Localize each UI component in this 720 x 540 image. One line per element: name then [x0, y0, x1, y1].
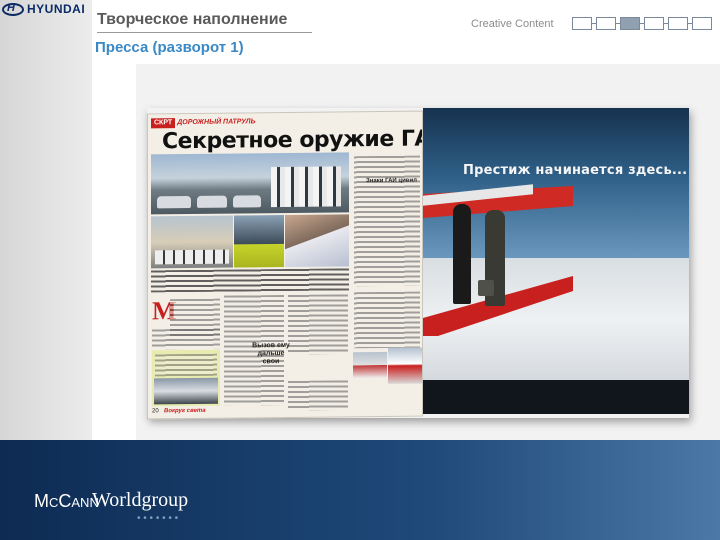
magazine-left-page: СКРТ ДОРОЖНЫЙ ПАТРУЛЬ Секретное оружие Г… [147, 110, 423, 420]
title-divider [97, 32, 312, 33]
magazine-right-page-ad: Престиж начинается здесь... [423, 108, 689, 414]
footer-band: McCann Worldgroup • • • • • • • [0, 440, 720, 540]
text-column [152, 328, 220, 350]
footer-dots: • • • • • • • [137, 513, 179, 524]
subheading: Вызов ему дальше свои [252, 341, 290, 366]
section-label: Creative Content [471, 18, 554, 30]
magazine-name: Вокруг света [164, 407, 206, 415]
rubric-banner: СКРТ ДОРОЖНЫЙ ПАТРУЛЬ [151, 117, 256, 129]
ad-headline: Престиж начинается здесь... [463, 163, 688, 178]
ad-bottom-band [423, 380, 689, 414]
left-sidebar-strip [0, 0, 92, 440]
text-column [288, 294, 348, 355]
text-column [354, 291, 420, 349]
progress-step-4 [644, 17, 664, 30]
hyundai-emblem-icon [2, 2, 24, 16]
hyundai-wordmark: HYUNDAI [27, 2, 86, 16]
ad-bag [478, 280, 494, 296]
article-headline: Секретное оружие ГАИ [162, 126, 423, 155]
photo-officers-group [285, 214, 349, 267]
page-subtitle: Пресса (разворот 1) [95, 39, 244, 56]
page-title: Творческое наполнение [97, 11, 288, 28]
info-box [152, 349, 220, 407]
text-column [354, 155, 420, 287]
photo-helicopter [154, 377, 218, 405]
progress-step-3-active [620, 17, 640, 30]
hyundai-logo: HYUNDAI [2, 2, 88, 16]
rubric-tag: СКРТ [151, 118, 176, 129]
progress-step-5 [668, 17, 688, 30]
photo-police-cars [151, 152, 349, 215]
page-number: 20 [152, 408, 159, 415]
photo-motorcycles [151, 215, 233, 269]
progress-step-6 [692, 17, 712, 30]
sidebar-box-title: Знаки ГАИ цивил [366, 177, 417, 185]
article-lead-text [151, 268, 349, 293]
text-column [288, 380, 348, 411]
progress-step-2 [596, 17, 616, 30]
photo-plane [388, 347, 422, 384]
ad-woman-figure [453, 204, 471, 304]
photo-vehicle [353, 351, 387, 379]
progress-step-1 [572, 17, 592, 30]
photo-officer [234, 215, 284, 268]
mccann-logo-name: Worldgroup [92, 489, 188, 511]
rubric-text: ДОРОЖНЫЙ ПАТРУЛЬ [177, 118, 256, 127]
mccann-logo-prefix: McCann [34, 491, 99, 511]
magazine-spread-image: СКРТ ДОРОЖНЫЙ ПАТРУЛЬ Секретное оружие Г… [147, 108, 689, 420]
section-progress-indicator [572, 17, 712, 30]
